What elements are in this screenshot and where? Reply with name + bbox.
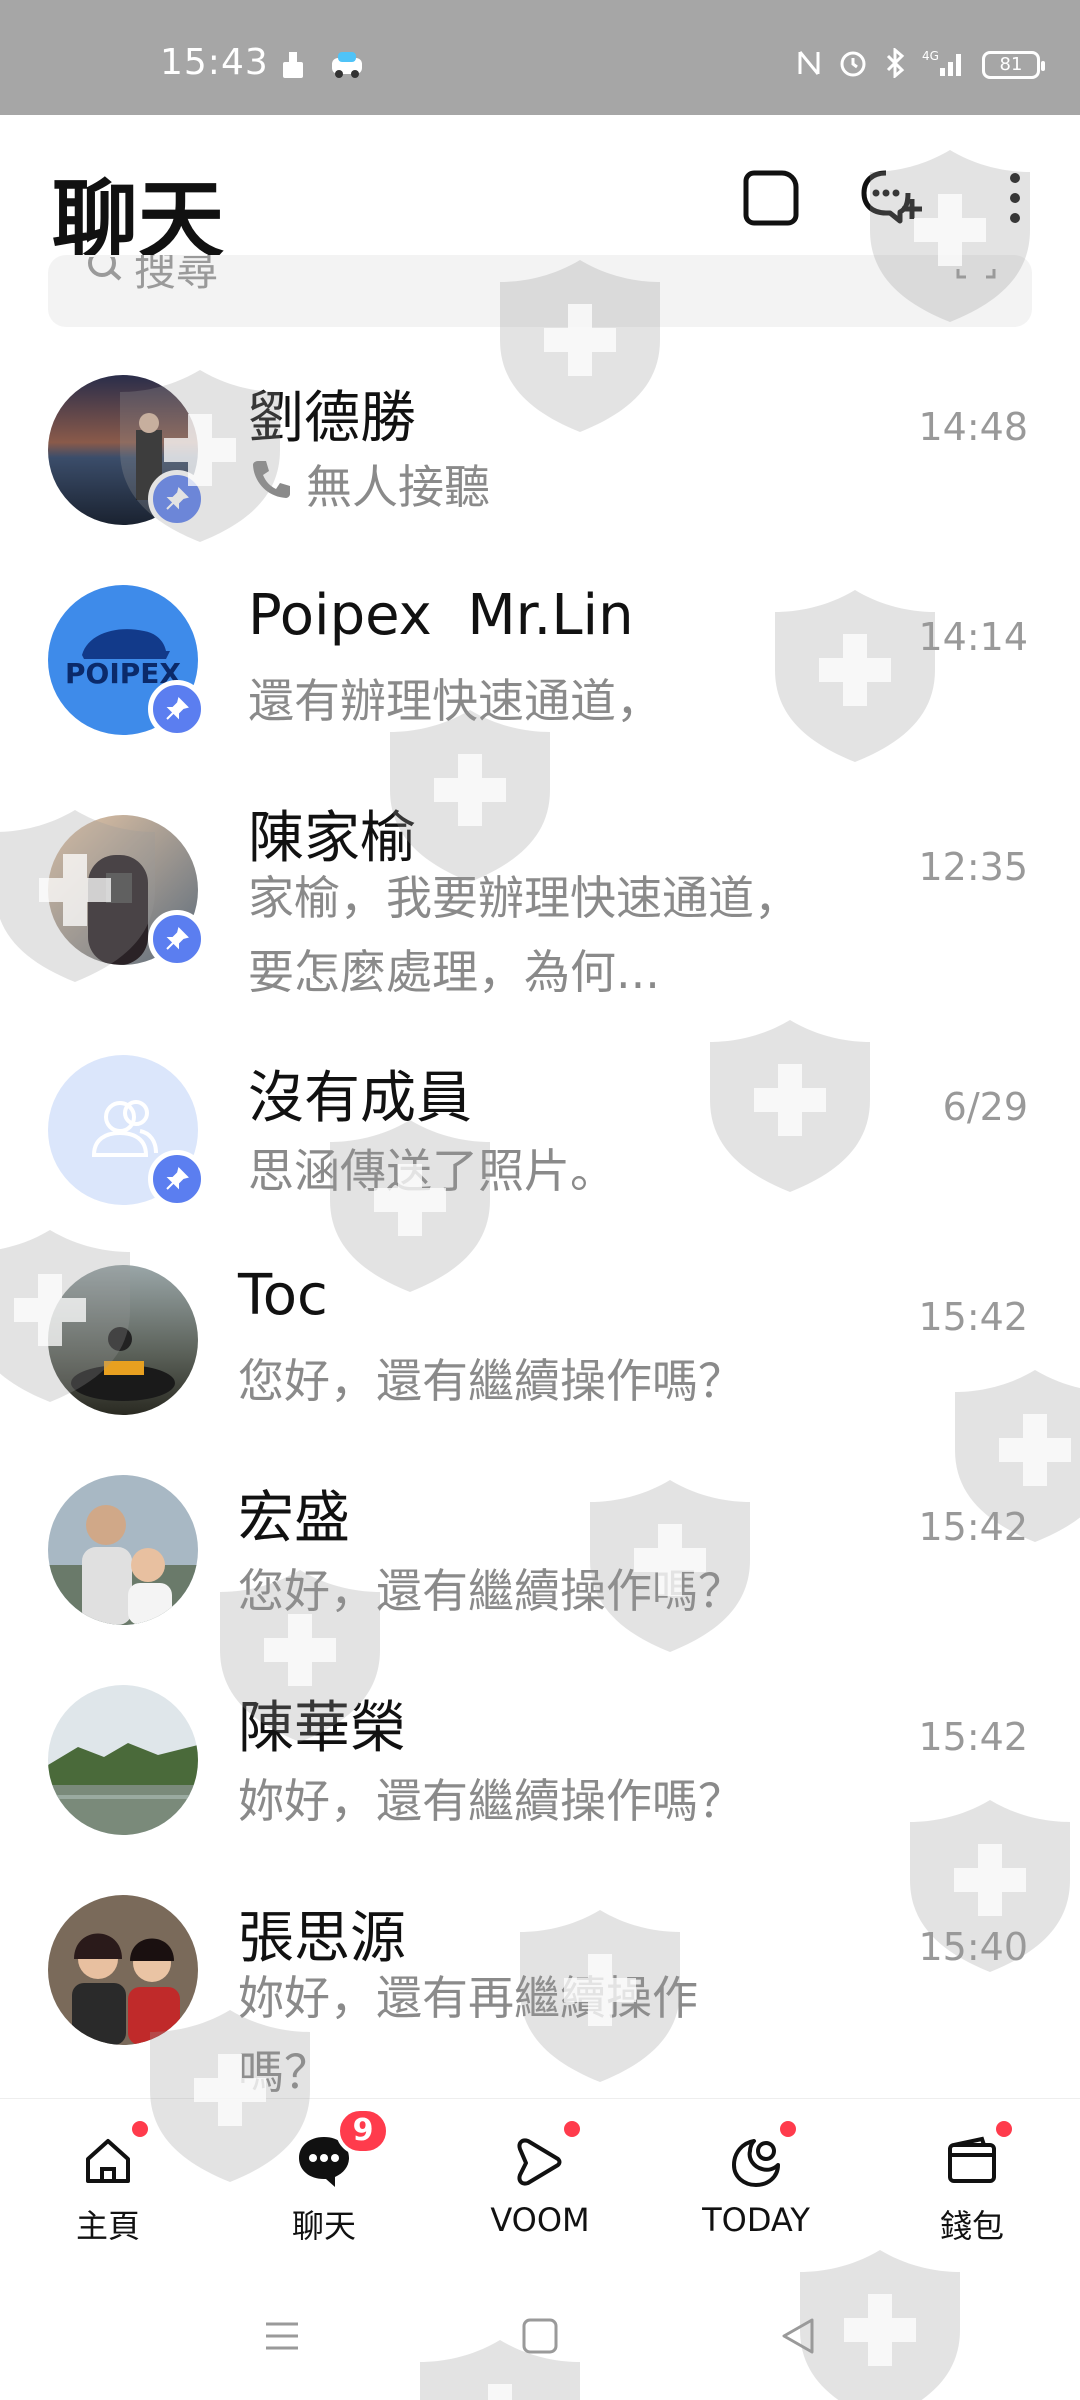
notification-dot xyxy=(780,2121,796,2137)
chat-name: 沒有成員 xyxy=(248,1066,472,1131)
nav-label: VOOM xyxy=(490,2201,590,2239)
system-nav-bar xyxy=(0,2268,1080,2400)
list-item[interactable]: 劉德勝 無人接聽 14:48 xyxy=(0,355,1080,565)
home-button-icon[interactable] xyxy=(520,2316,560,2360)
new-chat-icon[interactable] xyxy=(858,163,928,233)
cleaner-icon xyxy=(280,50,306,84)
status-time: 15:43 xyxy=(160,42,269,83)
home-icon xyxy=(76,2121,148,2193)
chat-time: 14:14 xyxy=(918,615,1028,659)
scan-icon[interactable] xyxy=(956,255,996,289)
alarm-icon xyxy=(838,48,868,82)
chat-preview: 您好，還有繼續操作嗎？ xyxy=(238,1354,744,1408)
status-bar: 15:43 4G 81 xyxy=(0,0,1080,115)
unread-count-badge: 9 xyxy=(336,2107,390,2155)
recents-icon[interactable] xyxy=(262,2316,302,2360)
screen: 15:43 4G 81 聊天 搜尋 劉德勝 無人接聽 14:48 POIPEX … xyxy=(0,0,1080,2400)
avatar xyxy=(48,1895,198,2045)
chat-time: 15:42 xyxy=(918,1505,1028,1549)
list-item[interactable]: 宏盛 您好，還有繼續操作嗎？ 15:42 xyxy=(0,1455,1080,1665)
note-icon[interactable] xyxy=(736,163,806,233)
nav-voom[interactable]: VOOM xyxy=(440,2099,640,2269)
chat-bubble-icon: 9 xyxy=(292,2107,390,2193)
notification-dot xyxy=(564,2121,580,2137)
nfc-icon xyxy=(796,48,822,82)
nav-label: 錢包 xyxy=(939,2207,1004,2245)
list-item[interactable]: 陳華榮 妳好，還有繼續操作嗎？ 15:42 xyxy=(0,1665,1080,1875)
nav-label: TODAY xyxy=(702,2201,810,2239)
list-item[interactable]: 張思源 妳好，還有再繼續操作嗎？ 15:40 xyxy=(0,1875,1080,2115)
notification-dot xyxy=(132,2121,148,2137)
pin-icon xyxy=(148,680,206,738)
chat-name: Toc xyxy=(238,1263,328,1328)
chat-preview: 家榆，我要辦理快速通道，要怎麼處理，為何... xyxy=(248,871,800,999)
chat-time: 15:42 xyxy=(918,1295,1028,1339)
list-item[interactable]: POIPEX Poipex Mr.Lin 還有辦理快速通道， 14:14 xyxy=(0,565,1080,775)
chat-time: 15:42 xyxy=(918,1715,1028,1759)
chat-time: 6/29 xyxy=(942,1085,1028,1129)
nav-home[interactable]: 主頁 xyxy=(8,2099,208,2269)
header: 聊天 xyxy=(0,115,1080,275)
more-icon[interactable] xyxy=(980,163,1050,233)
pin-icon xyxy=(148,1150,206,1208)
4g-signal-icon: 4G xyxy=(922,48,966,82)
car-icon xyxy=(330,50,364,84)
pin-icon xyxy=(148,470,206,528)
back-icon[interactable] xyxy=(778,2316,818,2360)
nav-wallet[interactable]: 錢包 xyxy=(872,2099,1072,2269)
chat-name: 宏盛 xyxy=(238,1486,350,1551)
chat-preview: 您好，還有繼續操作嗎？ xyxy=(238,1564,744,1618)
bluetooth-icon xyxy=(884,46,906,82)
nav-label: 主頁 xyxy=(75,2207,140,2245)
avatar xyxy=(48,1265,198,1415)
list-item[interactable]: 沒有成員 思涵傳送了照片。 6/29 xyxy=(0,1035,1080,1245)
chat-name: 陳華榮 xyxy=(238,1696,406,1761)
avatar xyxy=(48,1475,198,1625)
list-item[interactable]: Toc 您好，還有繼續操作嗎？ 15:42 xyxy=(0,1245,1080,1455)
nav-today[interactable]: TODAY xyxy=(656,2099,856,2269)
nav-chats[interactable]: 9 聊天 xyxy=(224,2099,424,2269)
chat-preview: 無人接聽 xyxy=(248,451,490,517)
avatar xyxy=(48,1685,198,1835)
chat-name: Poipex Mr.Lin xyxy=(248,583,634,648)
chat-preview: 還有辦理快速通道， xyxy=(248,674,662,728)
notification-dot xyxy=(996,2121,1012,2137)
chat-preview: 妳好，還有繼續操作嗎？ xyxy=(238,1774,744,1828)
chat-name: 劉德勝 xyxy=(248,386,416,451)
chat-time: 15:40 xyxy=(918,1925,1028,1969)
nav-label: 聊天 xyxy=(291,2207,356,2245)
chat-preview: 思涵傳送了照片。 xyxy=(248,1144,616,1198)
chat-time: 14:48 xyxy=(918,405,1028,449)
today-icon xyxy=(724,2121,796,2193)
phone-icon xyxy=(248,455,296,514)
wallet-icon xyxy=(940,2121,1012,2193)
chat-preview: 妳好，還有再繼續操作嗎？ xyxy=(238,1971,698,2099)
chat-preview-text: 無人接聽 xyxy=(306,460,490,514)
svg-text:4G: 4G xyxy=(922,49,939,63)
voom-play-icon xyxy=(508,2121,580,2193)
pin-icon xyxy=(148,910,206,968)
chat-list: 劉德勝 無人接聽 14:48 POIPEX Poipex Mr.Lin 還有辦理… xyxy=(0,355,1080,2115)
search-input[interactable]: 搜尋 xyxy=(48,255,1032,327)
list-item[interactable]: 陳家榆 家榆，我要辦理快速通道，要怎麼處理，為何... 12:35 xyxy=(0,775,1080,1035)
chat-time: 12:35 xyxy=(918,845,1028,889)
bottom-nav: 主頁 9 聊天 VOOM TODAY 錢包 xyxy=(0,2098,1080,2268)
search-icon xyxy=(84,255,124,291)
battery-icon: 81 xyxy=(982,51,1045,79)
search-placeholder: 搜尋 xyxy=(134,255,219,295)
